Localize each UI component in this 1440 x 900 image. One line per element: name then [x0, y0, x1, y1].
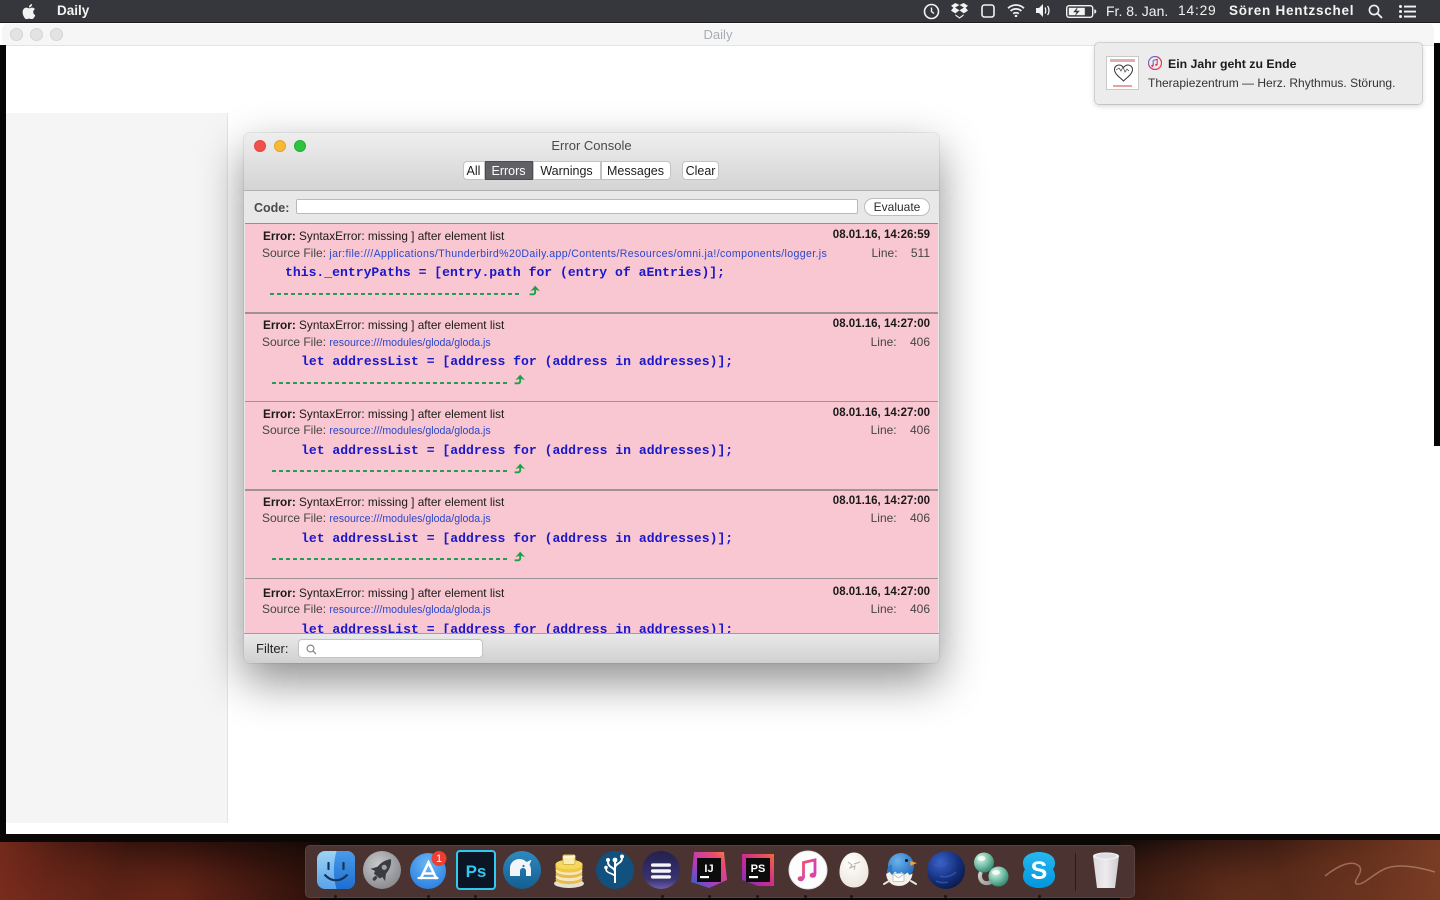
svg-text:S: S — [1031, 857, 1048, 885]
svg-text:Ps: Ps — [466, 862, 487, 881]
svg-text:IJ: IJ — [704, 863, 713, 875]
svg-text:1: 1 — [436, 853, 442, 865]
svg-text:PS: PS — [751, 863, 766, 875]
